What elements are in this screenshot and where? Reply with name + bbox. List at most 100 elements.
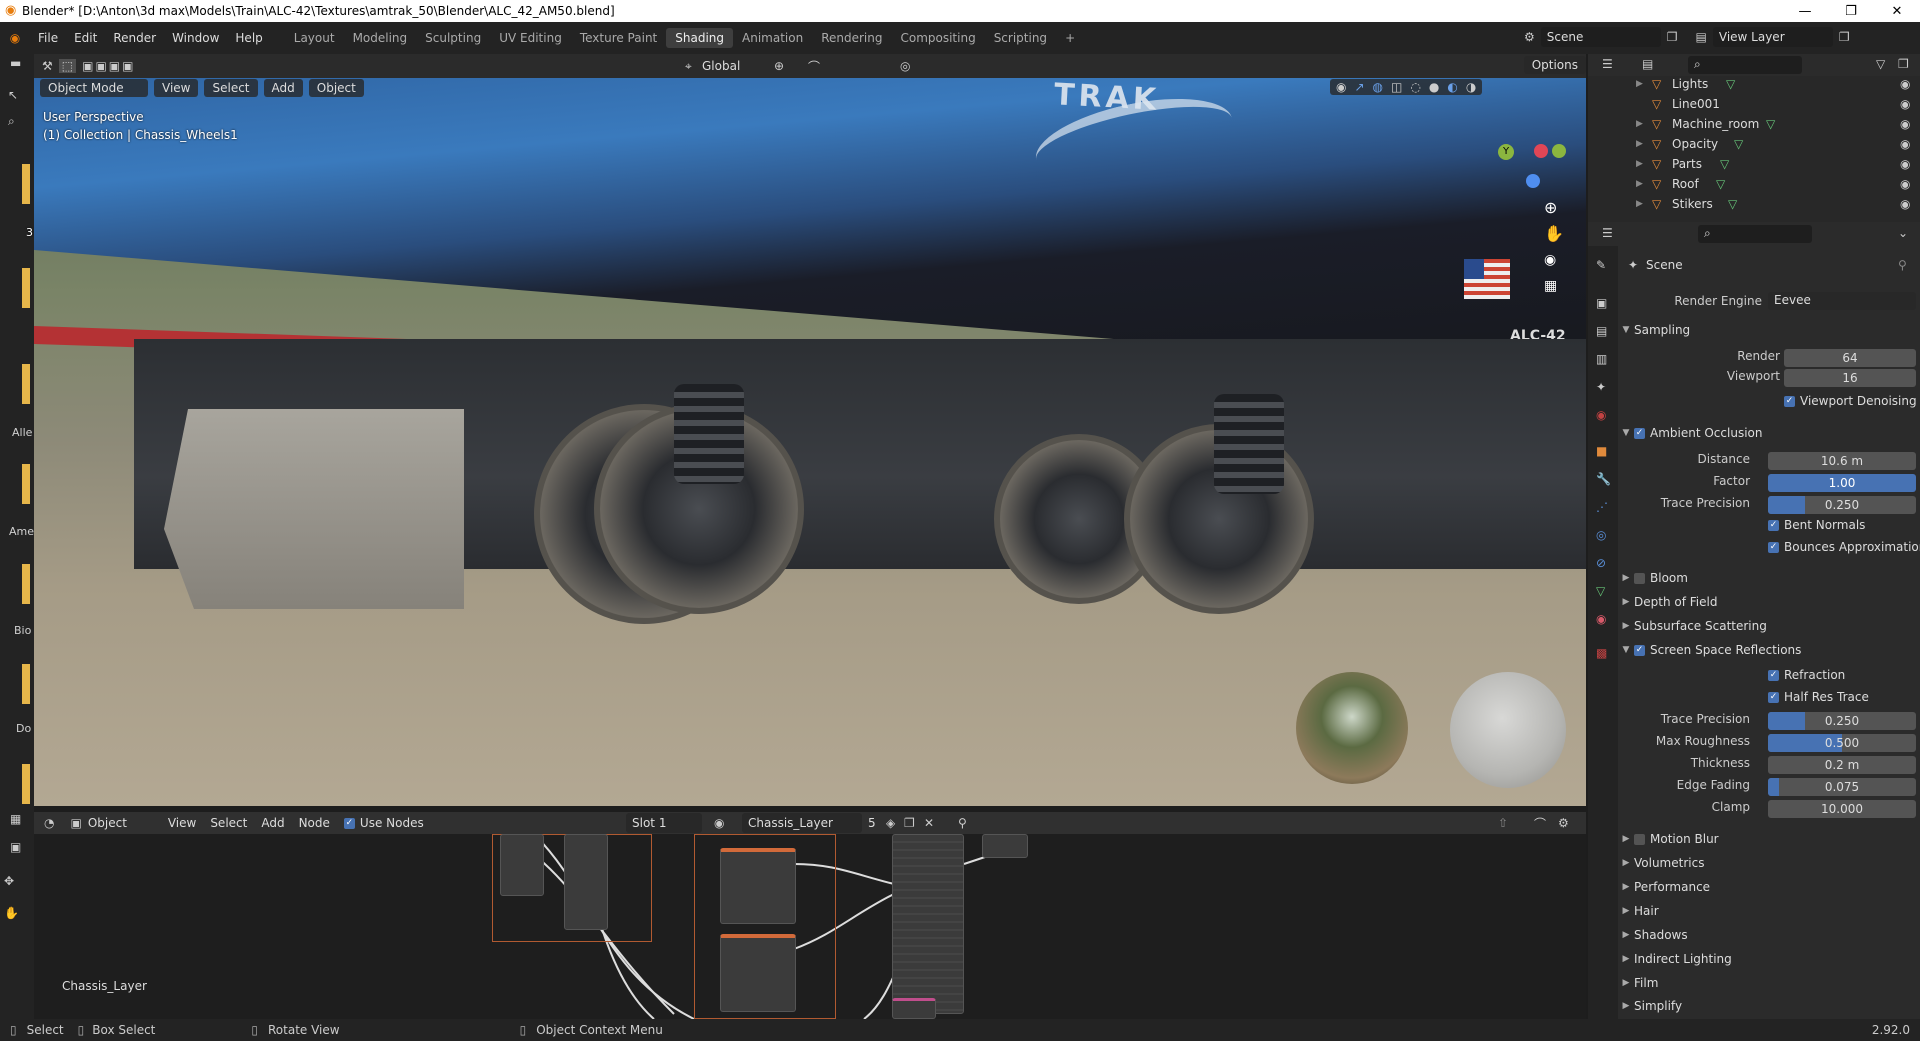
ao-distance-field[interactable]: 10.6 m bbox=[1768, 452, 1916, 470]
max-roughness-slider[interactable]: 0.500 bbox=[1768, 734, 1916, 752]
material-output-node[interactable] bbox=[982, 834, 1028, 858]
select-mode-icons[interactable]: ▣▣▣▣ bbox=[82, 59, 135, 73]
edge-fading-slider[interactable]: 0.075 bbox=[1768, 778, 1916, 796]
data-tab-icon[interactable]: ▽ bbox=[1596, 584, 1605, 598]
ao-enable-checkbox[interactable]: ✓ bbox=[1634, 427, 1645, 439]
hand-icon[interactable]: ✋ bbox=[4, 906, 19, 920]
orientation-dropdown[interactable]: Global bbox=[702, 59, 740, 73]
gizmo-neg-y-axis[interactable] bbox=[1552, 144, 1566, 158]
ssr-trace-slider[interactable]: 0.250 bbox=[1768, 712, 1916, 730]
render-tab-icon[interactable]: ▣ bbox=[1596, 296, 1607, 310]
3d-viewport[interactable]: TRAK ALC-42 User Perspective (1) Collect… bbox=[34, 74, 1586, 806]
visibility-eye-icon[interactable]: ◉ bbox=[1900, 137, 1910, 151]
visibility-icon[interactable]: ◉ bbox=[1336, 80, 1346, 94]
tab-uv-editing[interactable]: UV Editing bbox=[490, 28, 571, 48]
hand-pan-icon[interactable]: ✋ bbox=[1544, 224, 1564, 243]
performance-section[interactable]: ▶ Performance bbox=[1618, 876, 1920, 898]
film-section[interactable]: ▶ Film bbox=[1618, 972, 1920, 994]
new-view-layer-icon[interactable]: ❐ bbox=[1839, 30, 1850, 44]
minimize-icon[interactable]: — bbox=[1782, 0, 1828, 22]
outliner-item-line001[interactable]: ▽ Line001 ◉ bbox=[1588, 94, 1920, 114]
tab-compositing[interactable]: Compositing bbox=[891, 28, 984, 48]
tab-scripting[interactable]: Scripting bbox=[985, 28, 1056, 48]
folder-icon[interactable]: ▬ bbox=[10, 56, 21, 70]
solid-shading-icon[interactable]: ● bbox=[1429, 80, 1439, 94]
menu-select[interactable]: Select bbox=[204, 79, 258, 97]
menu-add[interactable]: Add bbox=[261, 816, 284, 830]
gizmo-z-axis[interactable] bbox=[1526, 174, 1540, 188]
bloom-checkbox[interactable] bbox=[1634, 572, 1645, 584]
outliner-item-roof[interactable]: ▶ ▽ Roof ▽ ◉ bbox=[1588, 174, 1920, 194]
shader-type-dropdown[interactable]: Object bbox=[88, 816, 154, 830]
menu-node[interactable]: Node bbox=[299, 816, 330, 830]
expand-icon[interactable]: ▶ bbox=[1636, 179, 1643, 189]
tab-rendering[interactable]: Rendering bbox=[812, 28, 891, 48]
snap-icon[interactable]: ⌒ bbox=[808, 58, 820, 75]
menu-file[interactable]: File bbox=[30, 31, 66, 45]
shader-node-editor[interactable]: Chassis_Layer bbox=[34, 834, 1586, 1019]
outliner-search[interactable]: ⌕ bbox=[1688, 56, 1802, 74]
outliner-item-machine-room[interactable]: ▶ ▽ Machine_room ▽ ◉ bbox=[1588, 114, 1920, 134]
new-collection-icon[interactable]: ❐ bbox=[1898, 57, 1909, 71]
outliner-item-parts[interactable]: ▶ ▽ Parts ▽ ◉ bbox=[1588, 154, 1920, 174]
node-options-icon[interactable]: ⚙ bbox=[1558, 816, 1569, 830]
material-name-field[interactable]: Chassis_Layer bbox=[742, 813, 862, 833]
normal-map-node[interactable] bbox=[892, 998, 936, 1019]
editor-type-icon[interactable]: ☰ bbox=[1602, 226, 1613, 240]
output-tab-icon[interactable]: ▤ bbox=[1596, 324, 1607, 338]
gizmo-x-axis[interactable] bbox=[1534, 144, 1548, 158]
tab-animation[interactable]: Animation bbox=[733, 28, 812, 48]
blender-menu-icon[interactable]: ◉ bbox=[0, 31, 30, 45]
grid-view-icon[interactable]: ▦ bbox=[1544, 278, 1557, 294]
editor-type-icon[interactable]: ☰ bbox=[1602, 57, 1613, 71]
camera-icon[interactable]: ◉ bbox=[1544, 252, 1556, 268]
gizmo-toggle-icon[interactable]: ↗ bbox=[1354, 80, 1364, 94]
ambient-occlusion-section[interactable]: ▼ ✓ Ambient Occlusion bbox=[1618, 422, 1920, 444]
parent-node-icon[interactable]: ⇧ bbox=[1498, 816, 1508, 830]
bounces-approx-checkbox[interactable]: ✓ Bounces Approximation bbox=[1768, 540, 1920, 554]
gizmo-y-axis[interactable]: Y bbox=[1498, 144, 1514, 160]
sampling-section[interactable]: ▼ Sampling bbox=[1618, 319, 1920, 341]
expand-icon[interactable]: ▶ bbox=[1636, 139, 1643, 149]
ssr-enable-checkbox[interactable]: ✓ bbox=[1634, 644, 1645, 656]
outliner-item-stikers[interactable]: ▶ ▽ Stikers ▽ ◉ bbox=[1588, 194, 1920, 214]
pin-icon[interactable]: ⚲ bbox=[958, 816, 967, 830]
object-tab-icon[interactable]: ■ bbox=[1596, 444, 1607, 458]
expand-icon[interactable]: ▶ bbox=[1636, 159, 1643, 169]
sss-section[interactable]: ▶ Subsurface Scattering bbox=[1618, 615, 1920, 637]
duplicate-material-icon[interactable]: ❐ bbox=[904, 816, 915, 830]
world-tab-icon[interactable]: ◉ bbox=[1596, 408, 1606, 422]
menu-help[interactable]: Help bbox=[227, 31, 270, 45]
pivot-icon[interactable]: ⊕ bbox=[774, 59, 784, 73]
add-workspace-icon[interactable]: + bbox=[1056, 28, 1084, 48]
tab-shading[interactable]: Shading bbox=[666, 28, 733, 48]
wireframe-shading-icon[interactable]: ◌ bbox=[1410, 80, 1420, 94]
expand-icon[interactable]: ▶ bbox=[1636, 199, 1643, 209]
filter-icon[interactable]: ▽ bbox=[1876, 57, 1885, 71]
render-engine-dropdown[interactable]: Eevee bbox=[1768, 292, 1916, 310]
volumetrics-section[interactable]: ▶ Volumetrics bbox=[1618, 852, 1920, 874]
render-samples-field[interactable]: 64 bbox=[1784, 349, 1916, 367]
overlays-icon[interactable]: ◍ bbox=[1373, 80, 1383, 94]
menu-render[interactable]: Render bbox=[105, 31, 164, 45]
view-layer-icon[interactable]: ▤ bbox=[1696, 30, 1707, 44]
scene-tab-icon[interactable]: ✦ bbox=[1596, 380, 1606, 394]
display-mode-icon[interactable]: ▤ bbox=[1642, 57, 1653, 71]
pan-icon[interactable]: ✥ bbox=[4, 874, 14, 888]
editor-type-icon[interactable]: ⚒ bbox=[42, 59, 53, 73]
thickness-field[interactable]: 0.2 m bbox=[1768, 756, 1916, 774]
view-layer-selector[interactable]: View Layer bbox=[1712, 27, 1833, 47]
slot-dropdown[interactable]: Slot 1 bbox=[626, 813, 702, 833]
hair-section[interactable]: ▶ Hair bbox=[1618, 900, 1920, 922]
snap-node-icon[interactable]: ⌒ bbox=[1534, 815, 1546, 832]
outliner-item-lights[interactable]: ▶ ▽ Lights ▽ ◉ bbox=[1588, 74, 1920, 94]
bloom-section[interactable]: ▶ Bloom bbox=[1618, 567, 1920, 589]
indirect-lighting-section[interactable]: ▶ Indirect Lighting bbox=[1618, 948, 1920, 970]
scene-selector[interactable]: Scene bbox=[1540, 27, 1661, 47]
zoom-icon[interactable]: ⊕ bbox=[1544, 198, 1557, 217]
editor-type-icon[interactable]: ▦ bbox=[10, 812, 21, 826]
tool-tab-icon[interactable]: ✎ bbox=[1596, 258, 1606, 272]
viewport-denoising-checkbox[interactable]: ✓ Viewport Denoising bbox=[1784, 394, 1917, 408]
fake-user-icon[interactable]: ◈ bbox=[886, 816, 895, 830]
editor-type-icon[interactable]: ◔ bbox=[44, 816, 54, 830]
